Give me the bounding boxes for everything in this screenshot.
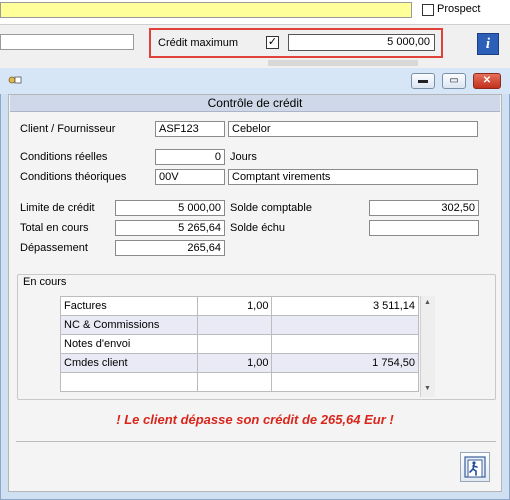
row-qty xyxy=(196,372,273,392)
total-label: Total en cours xyxy=(20,222,89,234)
row-label: Cmdes client xyxy=(60,353,198,373)
maximize-button[interactable]: ▭ xyxy=(442,73,466,89)
solde-echu-label: Solde échu xyxy=(230,222,286,234)
credit-max-input[interactable]: 5 000,00 xyxy=(288,34,435,51)
cond-reelles-field[interactable]: 0 xyxy=(155,149,225,165)
table-scrollbar[interactable] xyxy=(420,296,435,397)
row-amount: 3 511,14 xyxy=(271,296,419,316)
credit-warning: ! Le client dépasse son crédit de 265,64… xyxy=(116,412,394,427)
exit-button[interactable] xyxy=(460,452,490,482)
solde-echu-field[interactable] xyxy=(369,220,479,236)
row-qty: 1,00 xyxy=(196,353,273,373)
app-logo-icon xyxy=(8,76,22,84)
tab-strip xyxy=(268,60,418,66)
row-amount xyxy=(271,315,419,335)
search-field[interactable] xyxy=(0,2,412,18)
info-icon[interactable]: i xyxy=(477,33,499,55)
exit-door-icon xyxy=(464,456,486,478)
scroll-up-icon[interactable]: ▲ xyxy=(421,297,434,309)
row-qty xyxy=(196,334,273,354)
cond-theo-code-field[interactable]: 00V xyxy=(155,169,225,185)
left-input[interactable] xyxy=(0,34,134,50)
row-label: Notes d'envoi xyxy=(60,334,198,354)
en-cours-label: En cours xyxy=(22,276,68,288)
row-amount: 1 754,50 xyxy=(271,353,419,373)
solde-comptable-label: Solde comptable xyxy=(230,202,312,214)
row-amount xyxy=(271,372,419,392)
app-icon xyxy=(8,74,22,86)
row-qty xyxy=(196,315,273,335)
minimize-button[interactable]: ▬ xyxy=(411,73,435,89)
total-field[interactable]: 5 265,64 xyxy=(115,220,225,236)
row-label: Factures xyxy=(60,296,198,316)
depassement-field[interactable]: 265,64 xyxy=(115,240,225,256)
client-name-field[interactable]: Cebelor xyxy=(228,121,478,137)
row-qty: 1,00 xyxy=(196,296,273,316)
cond-theo-label: Conditions théoriques xyxy=(20,171,127,183)
en-cours-table: Factures 1,00 3 511,14 NC & Commissions … xyxy=(60,296,419,392)
solde-comptable-field[interactable]: 302,50 xyxy=(369,200,479,216)
table-row[interactable]: Notes d'envoi xyxy=(60,334,419,354)
divider xyxy=(16,441,496,442)
scroll-down-icon[interactable]: ▼ xyxy=(421,383,434,395)
table-row[interactable]: Cmdes client 1,00 1 754,50 xyxy=(60,353,419,373)
dialog-heading: Contrôle de crédit xyxy=(10,95,500,112)
row-amount xyxy=(271,334,419,354)
table-row[interactable] xyxy=(60,372,419,392)
jours-label: Jours xyxy=(230,151,257,163)
depassement-label: Dépassement xyxy=(20,242,88,254)
cond-theo-desc-field[interactable]: Comptant virements xyxy=(228,169,478,185)
client-code-field[interactable]: ASF123 xyxy=(155,121,225,137)
credit-max-checkbox[interactable]: ✓ xyxy=(266,36,279,49)
credit-max-label: Crédit maximum xyxy=(158,37,239,49)
prospect-label: Prospect xyxy=(437,3,481,15)
table-row[interactable]: Factures 1,00 3 511,14 xyxy=(60,296,419,316)
cond-reelles-label: Conditions réelles xyxy=(20,151,108,163)
prospect-checkbox[interactable] xyxy=(422,4,434,16)
table-row[interactable]: NC & Commissions xyxy=(60,315,419,335)
client-label: Client / Fournisseur xyxy=(20,123,116,135)
limite-field[interactable]: 5 000,00 xyxy=(115,200,225,216)
row-label: NC & Commissions xyxy=(60,315,198,335)
close-button[interactable]: ✕ xyxy=(473,73,501,89)
limite-label: Limite de crédit xyxy=(20,202,95,214)
row-label xyxy=(60,372,198,392)
